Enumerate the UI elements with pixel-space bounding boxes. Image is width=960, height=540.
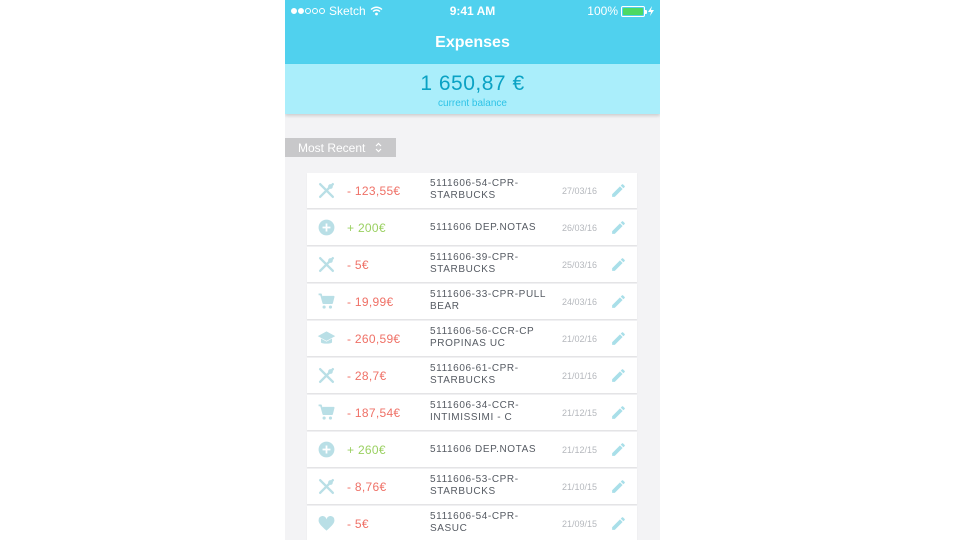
transaction-description: 5111606 DEP.NOTAS <box>430 222 537 233</box>
balance-panel: 1 650,87 € current balance <box>285 64 660 114</box>
transaction-row[interactable]: + 200€ 5111606 DEP.NOTAS 26/03/16 <box>307 210 637 245</box>
cart-icon <box>318 293 335 309</box>
balance-amount: 1 650,87 € <box>420 72 525 95</box>
edit-pencil-icon[interactable] <box>610 515 627 532</box>
transaction-date: 24/03/16 <box>562 297 598 307</box>
transaction-description: 5111606-54-CPR-SASUC <box>430 511 519 534</box>
edit-pencil-icon[interactable] <box>610 219 627 236</box>
heart-icon <box>318 515 335 531</box>
nav-bar: Expenses <box>285 22 660 64</box>
sort-dropdown[interactable]: Most Recent <box>285 138 396 157</box>
transaction-date: 21/02/16 <box>562 334 598 344</box>
edit-pencil-icon[interactable] <box>610 404 627 421</box>
transaction-date: 21/10/15 <box>562 482 598 492</box>
status-right: 100% <box>587 4 654 18</box>
battery-percent: 100% <box>587 4 618 18</box>
transaction-description: 5111606-56-CCR-CP PROPINAS UC <box>430 326 535 349</box>
transaction-date: 25/03/16 <box>562 260 598 270</box>
transaction-date: 27/03/16 <box>562 186 598 196</box>
edit-pencil-icon[interactable] <box>610 367 627 384</box>
sort-label: Most Recent <box>298 140 366 155</box>
edit-pencil-icon[interactable] <box>610 330 627 347</box>
transaction-amount: + 260€ <box>347 443 386 457</box>
edit-pencil-icon[interactable] <box>610 293 627 310</box>
transaction-list: - 123,55€ 5111606-54-CPR-STARBUCKS 27/03… <box>307 173 637 540</box>
transaction-amount: - 123,55€ <box>347 184 401 198</box>
charging-icon <box>648 6 654 16</box>
transaction-amount: - 187,54€ <box>347 406 401 420</box>
transaction-date: 21/12/15 <box>562 445 598 455</box>
transaction-row[interactable]: - 187,54€ 5111606-34-CCR-INTIMISSIMI - C… <box>307 395 637 430</box>
transaction-row[interactable]: + 260€ 5111606 DEP.NOTAS 21/12/15 <box>307 432 637 467</box>
transaction-amount: - 260,59€ <box>347 332 401 346</box>
transaction-description: 5111606-54-CPR-STARBUCKS <box>430 178 519 201</box>
graduation-cap-icon <box>317 331 336 344</box>
transaction-date: 21/01/16 <box>562 371 598 381</box>
transaction-date: 21/12/15 <box>562 408 598 418</box>
transaction-row[interactable]: - 260,59€ 5111606-56-CCR-CP PROPINAS UC … <box>307 321 637 356</box>
page-title: Expenses <box>435 34 510 51</box>
transaction-row[interactable]: - 5€ 5111606-54-CPR-SASUC 21/09/15 <box>307 506 637 540</box>
transaction-date: 26/03/16 <box>562 223 598 233</box>
transaction-description: 5111606-33-CPR-PULL BEAR <box>430 289 546 312</box>
transaction-amount: + 200€ <box>347 221 386 235</box>
restaurant-icon <box>318 367 335 384</box>
transaction-description: 5111606-53-CPR-STARBUCKS <box>430 474 519 497</box>
transaction-description: 5111606-61-CPR-STARBUCKS <box>430 363 519 386</box>
status-bar: Sketch 9:41 AM 100% <box>285 0 660 22</box>
transaction-description: 5111606 DEP.NOTAS <box>430 444 537 455</box>
balance-label: current balance <box>438 98 507 109</box>
edit-pencil-icon[interactable] <box>610 441 627 458</box>
transaction-amount: - 5€ <box>347 258 369 272</box>
transaction-amount: - 28,7€ <box>347 369 387 383</box>
restaurant-icon <box>318 182 335 199</box>
add-circle-icon <box>318 441 335 458</box>
edit-pencil-icon[interactable] <box>610 182 627 199</box>
add-circle-icon <box>318 219 335 236</box>
cart-icon <box>318 404 335 420</box>
transaction-description: 5111606-39-CPR-STARBUCKS <box>430 252 519 275</box>
transaction-row[interactable]: - 123,55€ 5111606-54-CPR-STARBUCKS 27/03… <box>307 173 637 208</box>
transaction-row[interactable]: - 8,76€ 5111606-53-CPR-STARBUCKS 21/10/1… <box>307 469 637 504</box>
transaction-row[interactable]: - 19,99€ 5111606-33-CPR-PULL BEAR 24/03/… <box>307 284 637 319</box>
sort-chevron-icon <box>375 142 382 153</box>
edit-pencil-icon[interactable] <box>610 478 627 495</box>
transaction-amount: - 8,76€ <box>347 480 387 494</box>
edit-pencil-icon[interactable] <box>610 256 627 273</box>
transaction-row[interactable]: - 5€ 5111606-39-CPR-STARBUCKS 25/03/16 <box>307 247 637 282</box>
phone-screen: Sketch 9:41 AM 100% Expenses 1 650,87 € … <box>285 0 660 540</box>
transaction-amount: - 19,99€ <box>347 295 394 309</box>
restaurant-icon <box>318 478 335 495</box>
transaction-description: 5111606-34-CCR-INTIMISSIMI - C <box>430 400 520 423</box>
restaurant-icon <box>318 256 335 273</box>
transaction-row[interactable]: - 28,7€ 5111606-61-CPR-STARBUCKS 21/01/1… <box>307 358 637 393</box>
transaction-date: 21/09/15 <box>562 519 598 529</box>
battery-icon <box>621 5 647 17</box>
transaction-amount: - 5€ <box>347 517 369 531</box>
